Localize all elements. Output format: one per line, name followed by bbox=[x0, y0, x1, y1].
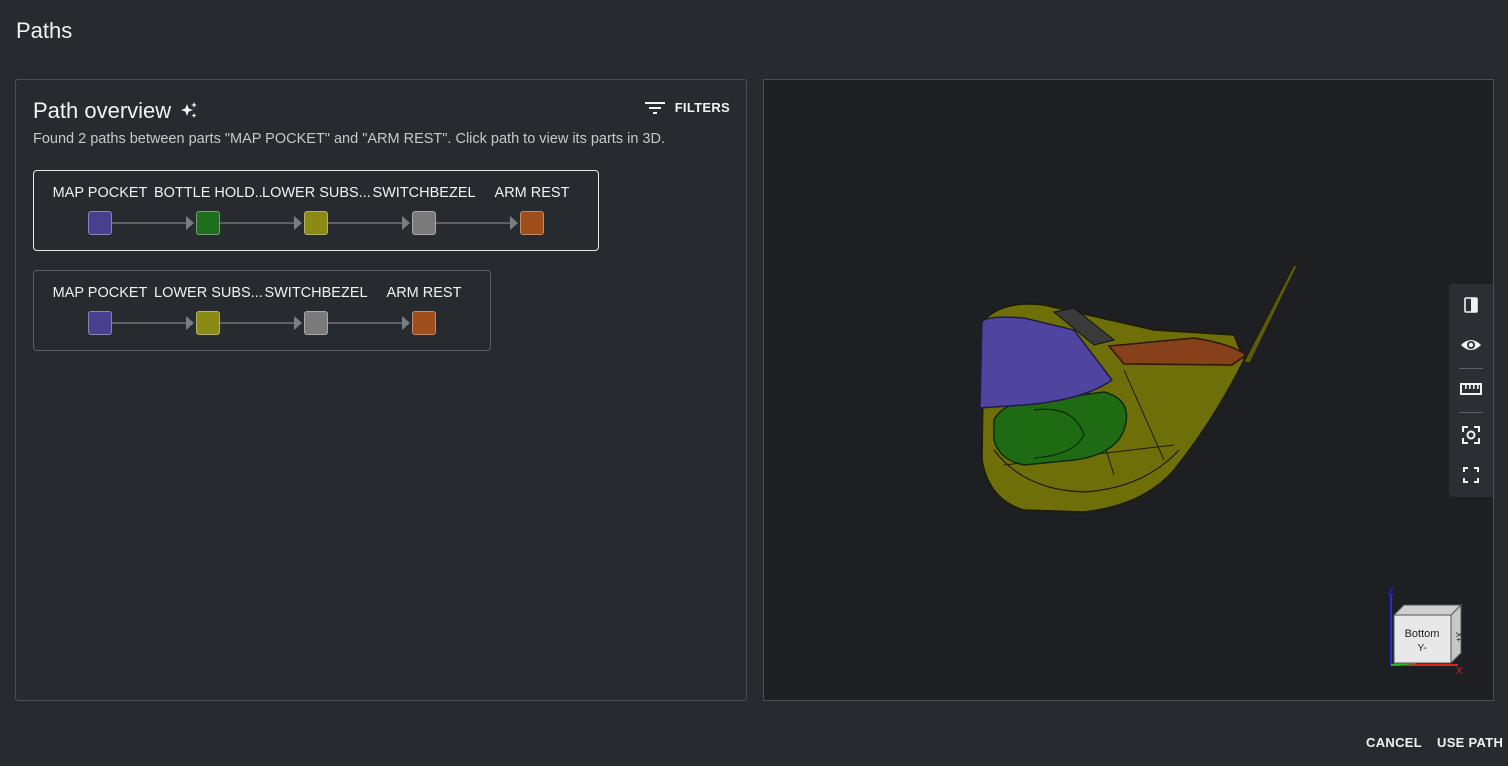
section-view-icon[interactable] bbox=[1458, 292, 1484, 318]
path-connector bbox=[328, 222, 402, 224]
arrow-right-icon bbox=[402, 216, 410, 230]
use-path-button[interactable]: USE PATH bbox=[1437, 735, 1503, 750]
path-connector bbox=[436, 222, 510, 224]
arrow-right-icon bbox=[294, 316, 302, 330]
path-connector bbox=[220, 222, 294, 224]
node-label: SWITCHBEZEL bbox=[264, 285, 368, 301]
part-color-swatch bbox=[412, 211, 436, 235]
filters-label: FILTERS bbox=[674, 100, 730, 115]
node-label: ARM REST bbox=[494, 185, 570, 201]
arrow-right-icon bbox=[294, 216, 302, 230]
arrow-right-icon bbox=[510, 216, 518, 230]
viewer-toolbar bbox=[1449, 284, 1493, 497]
sparkle-icon bbox=[179, 101, 199, 121]
cube-face-sublabel: Y- bbox=[1417, 643, 1426, 654]
path-card[interactable]: MAP POCKET LOWER SUBS... SWITCHBEZEL ARM… bbox=[33, 270, 491, 351]
part-color-swatch bbox=[520, 211, 544, 235]
path-overview-panel: Path overview FILTERS Found 2 paths betw… bbox=[15, 79, 747, 701]
arrow-right-icon bbox=[402, 316, 410, 330]
filters-button[interactable]: FILTERS bbox=[644, 100, 730, 115]
node-label: ARM REST bbox=[386, 285, 462, 301]
part-color-swatch bbox=[304, 311, 328, 335]
panel-subtitle: Found 2 paths between parts "MAP POCKET"… bbox=[33, 131, 665, 147]
node-label: LOWER SUBS... bbox=[154, 285, 262, 301]
3d-viewer[interactable]: Bottom Y- X+ Z X bbox=[763, 79, 1494, 701]
navigation-cube[interactable]: Bottom Y- X+ Z X bbox=[1386, 585, 1466, 680]
node-label: MAP POCKET bbox=[52, 185, 148, 201]
arrow-right-icon bbox=[186, 216, 194, 230]
panel-header: Path overview bbox=[33, 98, 199, 124]
node-label: MAP POCKET bbox=[52, 285, 148, 301]
part-color-swatch bbox=[412, 311, 436, 335]
measure-icon[interactable] bbox=[1458, 376, 1484, 402]
path-connector bbox=[220, 322, 294, 324]
fullscreen-icon[interactable] bbox=[1458, 462, 1484, 488]
axis-z-label: Z bbox=[1388, 587, 1394, 598]
3d-model[interactable] bbox=[964, 260, 1304, 530]
part-color-swatch bbox=[196, 311, 220, 335]
panel-title: Path overview bbox=[33, 98, 172, 123]
part-color-swatch bbox=[88, 211, 112, 235]
part-color-swatch bbox=[304, 211, 328, 235]
visibility-icon[interactable] bbox=[1458, 332, 1484, 358]
cancel-button[interactable]: CANCEL bbox=[1366, 735, 1422, 750]
path-connector bbox=[328, 322, 402, 324]
cube-face-label: Bottom bbox=[1405, 628, 1440, 640]
axis-x-label: X bbox=[1456, 666, 1463, 675]
part-color-swatch bbox=[196, 211, 220, 235]
arrow-right-icon bbox=[186, 316, 194, 330]
path-connector bbox=[112, 222, 186, 224]
page-title: Paths bbox=[16, 18, 73, 43]
path-connector bbox=[112, 322, 186, 324]
node-label: BOTTLE HOLD... bbox=[154, 185, 262, 201]
part-color-swatch bbox=[88, 311, 112, 335]
path-card[interactable]: MAP POCKET BOTTLE HOLD... LOWER SUBS... … bbox=[33, 170, 599, 251]
focus-icon[interactable] bbox=[1458, 422, 1484, 448]
node-label: SWITCHBEZEL bbox=[372, 185, 476, 201]
filter-icon bbox=[644, 101, 665, 114]
cube-side-label: X+ bbox=[1454, 632, 1463, 642]
node-label: LOWER SUBS... bbox=[262, 185, 370, 201]
